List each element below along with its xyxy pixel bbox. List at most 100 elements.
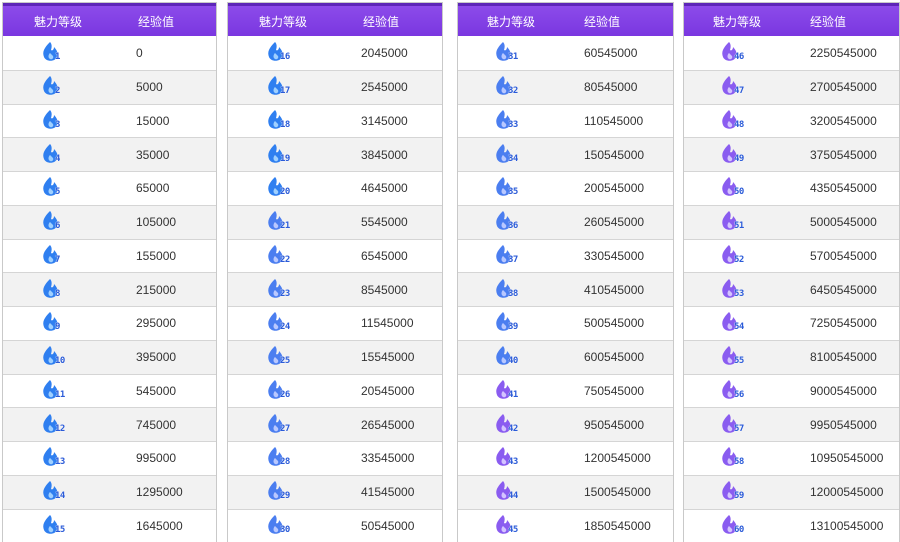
level-number: 24 [280, 322, 290, 332]
level-number: 30 [280, 525, 290, 535]
table-row: 7 155000 [3, 239, 216, 273]
flame-badge-icon: 32 [494, 75, 528, 99]
level-number: 36 [508, 221, 518, 231]
exp-value: 330545000 [564, 249, 644, 263]
level-cell: 9 [3, 311, 113, 335]
level-number: 22 [280, 255, 290, 265]
table-row: 42 950545000 [458, 407, 673, 441]
table-row: 472700545000 [684, 70, 899, 104]
flame-badge-icon: 51 [720, 210, 754, 234]
table-row: 38410545000 [458, 272, 673, 306]
flame-badge-icon: 24 [266, 311, 300, 335]
level-number: 7 [55, 255, 60, 265]
table-row: 579950545000 [684, 407, 899, 441]
table-row: 183145000 [228, 104, 442, 138]
level-cell: 45 [458, 514, 564, 538]
exp-value: 2700545000 [790, 80, 877, 94]
exp-value: 995000 [113, 451, 176, 465]
level-number: 1 [55, 52, 60, 62]
exp-value: 3750545000 [790, 148, 877, 162]
exp-value: 5700545000 [790, 249, 877, 263]
level-number: 55 [734, 356, 744, 366]
table-row: 36260545000 [458, 205, 673, 239]
header-exp: 经验值 [338, 13, 399, 30]
table-row: 483200545000 [684, 104, 899, 138]
table-row: 12745000 [3, 407, 216, 441]
level-number: 20 [280, 187, 290, 197]
flame-badge-icon: 26 [266, 379, 300, 403]
table-row: 39500545000 [458, 306, 673, 340]
flame-badge-icon: 44 [494, 480, 528, 504]
exp-value: 545000 [113, 384, 176, 398]
level-cell: 6 [3, 210, 113, 234]
level-cell: 43 [458, 446, 564, 470]
exp-value: 5545000 [338, 215, 408, 229]
level-cell: 34 [458, 143, 564, 167]
flame-badge-icon: 41 [494, 379, 528, 403]
level-cell: 3 [3, 109, 113, 133]
flame-badge-icon: 36 [494, 210, 528, 234]
exp-value: 1200545000 [564, 451, 651, 465]
table-row: 10 [3, 36, 216, 70]
header-level: 魅力等级 [458, 13, 564, 30]
level-number: 42 [508, 424, 518, 434]
level-number: 52 [734, 255, 744, 265]
level-number: 32 [508, 86, 518, 96]
level-number: 49 [734, 154, 744, 164]
level-cell: 11 [3, 379, 113, 403]
level-number: 33 [508, 120, 518, 130]
exp-value: 8100545000 [790, 350, 877, 364]
level-cell: 33 [458, 109, 564, 133]
table-row: 55 8100545000 [684, 340, 899, 374]
flame-badge-icon: 40 [494, 345, 528, 369]
level-cell: 31 [458, 41, 564, 65]
flame-badge-icon: 18 [266, 109, 300, 133]
flame-badge-icon: 52 [720, 244, 754, 268]
level-cell: 56 [684, 379, 790, 403]
level-cell: 28 [228, 446, 338, 470]
flame-badge-icon: 8 [41, 278, 75, 302]
level-cell: 8 [3, 278, 113, 302]
table-row: 2726545000 [228, 407, 442, 441]
level-cell: 21 [228, 210, 338, 234]
flame-badge-icon: 10 [41, 345, 75, 369]
exp-value: 950545000 [564, 418, 644, 432]
table-row: 25000 [3, 70, 216, 104]
exp-value: 20545000 [338, 384, 414, 398]
flame-badge-icon: 17 [266, 75, 300, 99]
level-cell: 41 [458, 379, 564, 403]
exp-value: 15000 [113, 114, 169, 128]
flame-badge-icon: 25 [266, 345, 300, 369]
level-number: 21 [280, 221, 290, 231]
exp-value: 155000 [113, 249, 176, 263]
level-cell: 49 [684, 143, 790, 167]
exp-value: 8545000 [338, 283, 408, 297]
level-number: 38 [508, 289, 518, 299]
level-number: 37 [508, 255, 518, 265]
exp-value: 11545000 [338, 316, 414, 330]
flame-badge-icon: 12 [41, 413, 75, 437]
table-row: 162045000 [228, 36, 442, 70]
flame-badge-icon: 14 [41, 480, 75, 504]
flame-badge-icon: 56 [720, 379, 754, 403]
table-row: 226545000 [228, 239, 442, 273]
level-number: 2 [55, 86, 60, 96]
table-row: 193845000 [228, 137, 442, 171]
flame-badge-icon: 16 [266, 41, 300, 65]
level-cell: 50 [684, 176, 790, 200]
exp-value: 41545000 [338, 485, 414, 499]
flame-badge-icon: 33 [494, 109, 528, 133]
flame-badge-icon: 50 [720, 176, 754, 200]
table-header: 魅力等级 经验值 [228, 3, 442, 36]
level-cell: 55 [684, 345, 790, 369]
level-number: 19 [280, 154, 290, 164]
level-number: 60 [734, 525, 744, 535]
level-cell: 46 [684, 41, 790, 65]
table-row: 2833545000 [228, 441, 442, 475]
flame-badge-icon: 45 [494, 514, 528, 538]
flame-badge-icon: 34 [494, 143, 528, 167]
flame-badge-icon: 53 [720, 278, 754, 302]
level-number: 35 [508, 187, 518, 197]
flame-badge-icon: 48 [720, 109, 754, 133]
table-row: 13995000 [3, 441, 216, 475]
